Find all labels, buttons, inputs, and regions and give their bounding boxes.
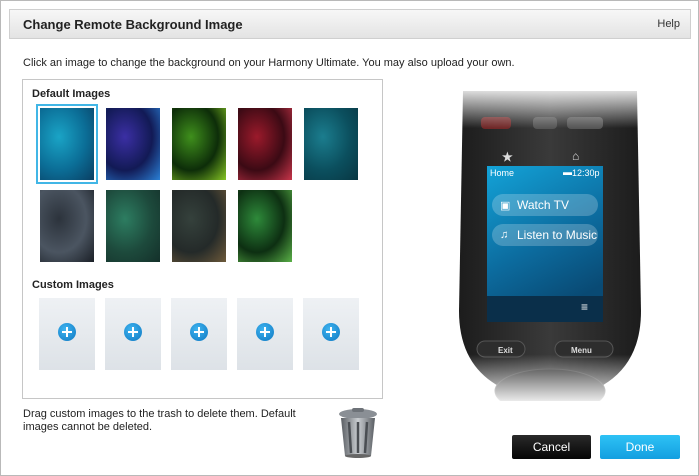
- default-image-green-lines[interactable]: [106, 190, 160, 262]
- custom-image-slot[interactable]: [237, 298, 293, 370]
- delete-instructions: Drag custom images to the trash to delet…: [23, 408, 296, 433]
- listen-to-music-label: Listen to Music: [517, 228, 598, 242]
- battery-icon: ▬: [563, 167, 572, 177]
- default-image-red-bokeh[interactable]: [238, 108, 292, 180]
- add-image-icon: [58, 323, 76, 341]
- cancel-button[interactable]: Cancel: [512, 435, 591, 459]
- custom-image-slot[interactable]: [39, 298, 95, 370]
- custom-image-slot[interactable]: [105, 298, 161, 370]
- change-background-dialog: Change Remote Background Image Help Clic…: [0, 0, 699, 476]
- trash-icon[interactable]: [335, 406, 381, 458]
- tv-icon: ▣: [500, 200, 511, 212]
- dialog-title: Change Remote Background Image: [23, 17, 243, 32]
- done-button[interactable]: Done: [600, 435, 680, 459]
- default-image-green-glow[interactable]: [172, 108, 226, 180]
- images-panel: Default Images Custom Images: [22, 79, 383, 399]
- add-image-icon: [256, 323, 274, 341]
- default-image-lily-pad[interactable]: [238, 190, 292, 262]
- help-link[interactable]: Help: [657, 18, 680, 30]
- add-image-icon: [190, 323, 208, 341]
- remote-preview: [455, 91, 645, 401]
- screen-time: 12:30p: [572, 168, 600, 178]
- add-image-icon: [322, 323, 340, 341]
- default-image-dark-slate[interactable]: [40, 190, 94, 262]
- exit-button[interactable]: Exit: [498, 346, 513, 355]
- custom-image-slot[interactable]: [303, 298, 359, 370]
- hamburger-menu-icon[interactable]: ≡: [581, 300, 588, 314]
- default-image-aurora-blue[interactable]: [106, 108, 160, 180]
- watch-tv-label: Watch TV: [517, 198, 570, 212]
- instructions-text: Click an image to change the background …: [23, 57, 515, 69]
- custom-image-slot[interactable]: [171, 298, 227, 370]
- add-image-icon: [124, 323, 142, 341]
- default-image-koi-pond[interactable]: [172, 190, 226, 262]
- default-image-teal-vignette[interactable]: [304, 108, 358, 180]
- menu-button[interactable]: Menu: [571, 346, 592, 355]
- default-images-label: Default Images: [32, 88, 111, 100]
- music-note-icon: ♫: [500, 229, 509, 241]
- custom-images-label: Custom Images: [32, 279, 114, 291]
- star-icon[interactable]: ★: [502, 150, 513, 164]
- home-icon[interactable]: ⌂: [572, 149, 579, 163]
- watch-tv-activity[interactable]: ▣ Watch TV: [492, 194, 598, 216]
- default-image-teal-gradient[interactable]: [36, 104, 98, 184]
- dialog-titlebar: Change Remote Background Image Help: [9, 9, 691, 39]
- screen-title: Home: [490, 168, 515, 178]
- listen-to-music-activity[interactable]: ♫ Listen to Music: [492, 224, 598, 246]
